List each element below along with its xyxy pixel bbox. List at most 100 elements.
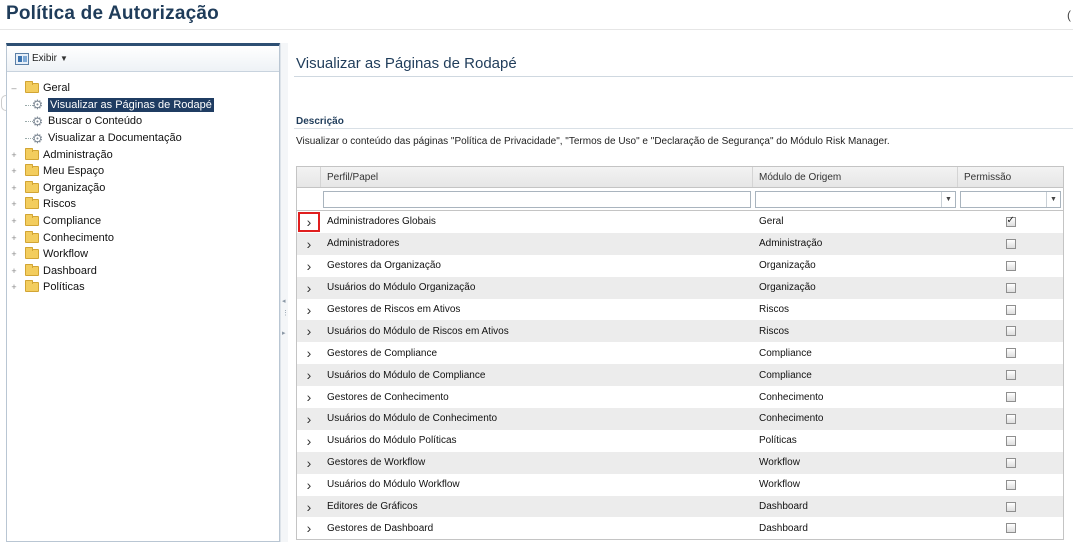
filter-permissao-select[interactable]: ▼	[960, 190, 1061, 208]
permissao-cell	[958, 211, 1063, 233]
row-expand-button[interactable]: ›	[297, 496, 321, 518]
column-header-modulo[interactable]: Módulo de Origem	[753, 167, 958, 187]
row-expand-button[interactable]: ›	[297, 386, 321, 408]
header-divider	[0, 29, 1073, 30]
tree-expand-icon[interactable]: +	[9, 199, 19, 209]
row-expander-cell: ›	[297, 452, 321, 474]
modulo-cell: Workflow	[759, 457, 800, 469]
folder-icon	[25, 214, 39, 227]
row-expand-button[interactable]: ›	[297, 255, 321, 277]
row-expand-button[interactable]: ›	[297, 342, 321, 364]
tree-expand-icon[interactable]: +	[9, 183, 19, 193]
filter-cell-perfil	[321, 190, 753, 208]
exibir-menu-button[interactable]: Exibir ▼	[15, 52, 68, 65]
perfil-cell: Usuários do Módulo Organização	[327, 282, 476, 294]
sidebar-collapse-handle[interactable]	[1, 95, 6, 111]
sidebar-item-meu-espaco[interactable]: + Meu Espaço	[7, 163, 279, 180]
row-expand-button[interactable]: ›	[297, 452, 321, 474]
splitter-grip-icon: ⋮	[282, 310, 289, 317]
perfil-cell: Usuários do Módulo de Conhecimento	[327, 413, 498, 425]
column-header-perfil[interactable]: Perfil/Papel	[321, 167, 753, 187]
row-expand-button[interactable]: ›	[297, 517, 321, 539]
tree-expand-icon[interactable]: +	[9, 150, 19, 160]
panel-splitter[interactable]: ◂ ⋮ ▸	[280, 43, 289, 542]
grid-header: Perfil/Papel Módulo de Origem Permissão	[297, 167, 1063, 188]
tree-expand-icon[interactable]: +	[9, 233, 19, 243]
sidebar-item-organizacao[interactable]: + Organização	[7, 180, 279, 197]
sidebar-item-riscos[interactable]: + Riscos	[7, 196, 279, 213]
table-row: › Usuários do Módulo Políticas Políticas	[297, 430, 1063, 452]
description-heading: Descrição	[296, 116, 344, 127]
sidebar-item-dashboard[interactable]: + Dashboard	[7, 263, 279, 280]
folder-icon	[25, 247, 39, 260]
permission-checkbox[interactable]	[1005, 392, 1016, 403]
row-expand-button[interactable]: ›	[297, 233, 321, 255]
permission-checkbox[interactable]	[1005, 501, 1016, 512]
row-expand-button[interactable]: ›	[297, 277, 321, 299]
tree-expand-icon[interactable]: +	[9, 249, 19, 259]
row-expander-cell: ›	[297, 408, 321, 430]
tree-expand-icon[interactable]: +	[9, 216, 19, 226]
header-expander-column	[297, 167, 321, 187]
row-expand-button[interactable]: ›	[297, 430, 321, 452]
sidebar-item-visualizar-a-documentacao[interactable]: ⚙ Visualizar a Documentação	[7, 130, 279, 147]
permission-checkbox[interactable]	[1005, 260, 1016, 271]
modulo-cell: Políticas	[759, 435, 797, 447]
tree-collapse-icon[interactable]: –	[9, 83, 19, 93]
perfil-cell: Usuários do Módulo de Compliance	[327, 369, 486, 381]
chevron-right-icon: ›	[306, 323, 312, 340]
tree-expand-icon[interactable]: +	[9, 266, 19, 276]
perfil-cell: Usuários do Módulo de Riscos em Ativos	[327, 325, 509, 337]
row-expand-button[interactable]: ›	[297, 364, 321, 386]
sidebar-item-conhecimento[interactable]: + Conhecimento	[7, 229, 279, 246]
perfil-cell: Gestores de Compliance	[327, 347, 438, 359]
permission-checkbox[interactable]	[1005, 479, 1016, 490]
column-header-permissao[interactable]: Permissão	[958, 167, 1063, 187]
chevron-down-icon: ▼	[1046, 191, 1060, 207]
permission-checkbox[interactable]	[1005, 326, 1016, 337]
row-expand-button[interactable]: ›	[297, 299, 321, 321]
permission-checkbox[interactable]	[1005, 282, 1016, 293]
filter-perfil-input[interactable]	[323, 190, 751, 208]
chevron-right-icon: ›	[306, 432, 312, 449]
permission-checkbox[interactable]	[1005, 370, 1016, 381]
modulo-cell: Conhecimento	[759, 391, 824, 403]
row-expand-button[interactable]: ›	[297, 211, 321, 233]
tree-expand-icon[interactable]: +	[9, 282, 19, 292]
row-expander-cell: ›	[297, 277, 321, 299]
permission-checkbox[interactable]	[1005, 413, 1016, 424]
tree-connector	[25, 137, 33, 139]
permissao-cell	[958, 299, 1063, 321]
sidebar-item-label: Compliance	[43, 215, 102, 228]
sidebar-item-administracao[interactable]: + Administração	[7, 146, 279, 163]
sidebar-item-label: Visualizar a Documentação	[48, 132, 182, 145]
tree-expand-icon[interactable]: +	[9, 166, 19, 176]
folder-icon	[25, 147, 39, 160]
perfil-cell: Gestores de Conhecimento	[327, 391, 449, 403]
sidebar-item-compliance[interactable]: + Compliance	[7, 213, 279, 230]
row-expand-button[interactable]: ›	[297, 408, 321, 430]
row-expander-cell: ›	[297, 386, 321, 408]
permission-checkbox[interactable]	[1005, 238, 1016, 249]
row-expand-button[interactable]: ›	[297, 320, 321, 342]
filter-modulo-select[interactable]: ▼	[755, 190, 956, 208]
sidebar-item-workflow[interactable]: + Workflow	[7, 246, 279, 263]
chevron-right-icon: ›	[306, 235, 312, 252]
row-expand-button[interactable]: ›	[297, 474, 321, 496]
permissao-cell	[958, 517, 1063, 539]
sidebar-item-visualizar-as-paginas-de-rodape[interactable]: ⚙ Visualizar as Páginas de Rodapé	[7, 97, 279, 114]
modulo-cell: Compliance	[759, 347, 812, 359]
permission-checkbox[interactable]	[1005, 523, 1016, 534]
permission-checkbox[interactable]	[1005, 215, 1016, 227]
permission-checkbox[interactable]	[1005, 304, 1016, 315]
sidebar-item-buscar-o-conteudo[interactable]: ⚙ Buscar o Conteúdo	[7, 113, 279, 130]
permission-checkbox[interactable]	[1005, 435, 1016, 446]
description-text: Visualizar o conteúdo das páginas "Polít…	[296, 136, 890, 147]
tree-connector	[25, 121, 33, 123]
sidebar-item-geral[interactable]: – Geral	[7, 80, 279, 97]
permission-checkbox[interactable]	[1005, 457, 1016, 468]
sidebar-item-politicas[interactable]: + Políticas	[7, 279, 279, 296]
sidebar-item-label: Organização	[43, 181, 106, 194]
permission-checkbox[interactable]	[1005, 348, 1016, 359]
main-title-divider	[294, 76, 1073, 77]
